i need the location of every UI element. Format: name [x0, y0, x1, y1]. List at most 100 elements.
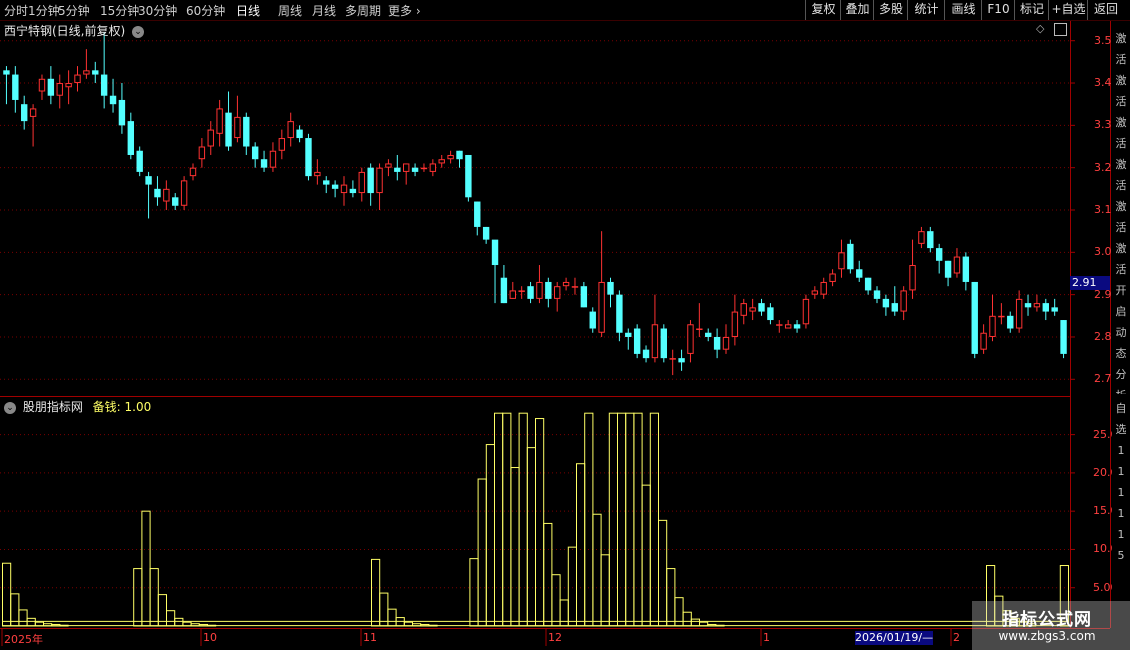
- candle-body: [225, 112, 232, 147]
- side-strip-char: 1: [1117, 528, 1125, 541]
- indicator-bar: [207, 624, 217, 627]
- candle-body: [1007, 315, 1014, 329]
- candle-body: [882, 298, 890, 308]
- side-strip-char: 激: [1115, 116, 1127, 129]
- candle-body: [198, 146, 206, 160]
- layout-toggle-icon[interactable]: [1054, 23, 1067, 36]
- candle-body: [669, 358, 676, 360]
- side-strip-char: 1: [1117, 444, 1125, 457]
- candle-body: [1060, 320, 1067, 354]
- candle-body: [651, 324, 659, 359]
- candle-body: [909, 265, 916, 291]
- candle-body: [678, 358, 685, 363]
- candle-body: [118, 99, 126, 126]
- indicator-bar: [133, 568, 143, 627]
- candle-body: [589, 311, 596, 329]
- candle-body: [829, 273, 836, 282]
- indicator-bar: [494, 412, 504, 627]
- indicator-bar: [469, 558, 479, 627]
- candle-body: [660, 328, 668, 359]
- watermark-title: 指标公式网: [1002, 610, 1092, 630]
- indicator-param: 备钱: 1.00: [92, 400, 152, 414]
- candle-body: [207, 129, 214, 147]
- candle-body: [971, 281, 978, 354]
- candle-body: [562, 281, 570, 287]
- indicator-bar: [141, 510, 151, 627]
- indicator-bar: [149, 568, 159, 627]
- candle-body: [1024, 303, 1032, 308]
- candle-body: [438, 159, 445, 164]
- side-strip-char: 活: [1115, 137, 1127, 150]
- side-strip-char: 1: [1117, 486, 1125, 499]
- candle-body: [47, 78, 55, 96]
- candle-body: [758, 303, 765, 312]
- candle-body: [625, 332, 632, 337]
- candle-body: [216, 108, 223, 134]
- candle-body: [998, 315, 1005, 318]
- candle-body: [180, 180, 188, 206]
- candle-body: [891, 303, 898, 312]
- candle-body: [953, 256, 961, 274]
- candle-body: [429, 163, 437, 172]
- candle-body: [367, 167, 374, 194]
- indicator-bar: [608, 412, 618, 627]
- side-strip-indicator[interactable]: 自选 1 1 1 1 1 5: [1112, 398, 1130, 628]
- candle-body: [358, 171, 365, 194]
- indicator-bar: [371, 558, 381, 627]
- candle-body: [154, 188, 161, 198]
- side-strip-char: 活: [1115, 179, 1127, 192]
- indicator-bar: [510, 467, 520, 627]
- candle-body: [962, 256, 970, 282]
- candle-body: [731, 311, 739, 337]
- candle-body: [1051, 307, 1058, 312]
- indicator-bar: [174, 617, 184, 627]
- indicator-bar: [477, 478, 487, 627]
- candle-body: [340, 184, 348, 194]
- indicator-bar: [576, 463, 586, 627]
- watermark-badge: 指标公式网 www.zbgs3.com: [972, 601, 1130, 650]
- candle-body: [687, 324, 694, 354]
- indicator-bar: [543, 522, 553, 627]
- side-strip-char: 启: [1115, 305, 1127, 318]
- side-strip-char: 5: [1117, 549, 1125, 562]
- candle-body: [83, 70, 90, 75]
- candle-body: [234, 116, 241, 139]
- candle-body: [251, 146, 259, 160]
- indicator-bar: [641, 484, 651, 627]
- candle-body: [705, 332, 712, 337]
- candle-body: [447, 154, 454, 160]
- candle-body: [616, 294, 623, 333]
- side-strip-main[interactable]: 激活激活激活激活激活激活开启动态分析信: [1112, 28, 1130, 394]
- indicator-bar: [600, 554, 610, 627]
- main-panel-title: 西宁特钢(日线,前复权) ⌄: [4, 22, 145, 39]
- indicator-bar: [485, 444, 495, 627]
- indicator-bar: [682, 611, 692, 627]
- indicator-bar: [633, 412, 643, 627]
- indicator-bar: [43, 623, 53, 627]
- candle-body: [163, 188, 170, 202]
- candle-body: [554, 286, 561, 299]
- side-strip-char: 活: [1115, 263, 1127, 276]
- side-strip-char: 1: [1117, 465, 1125, 478]
- side-strip-char: 活: [1115, 53, 1127, 66]
- indicator-bar: [666, 568, 676, 627]
- candle-body: [331, 184, 339, 189]
- diamond-icon[interactable]: ◇: [1036, 22, 1044, 35]
- chevron-down-icon[interactable]: ⌄: [132, 25, 145, 38]
- candle-body: [784, 324, 792, 329]
- candle-body: [314, 171, 321, 177]
- candle-body: [580, 286, 588, 308]
- candle-body: [376, 167, 383, 194]
- candle-body: [873, 290, 881, 299]
- side-strip-char: 开: [1115, 284, 1127, 297]
- indicator-bar: [658, 519, 668, 627]
- candle-body: [402, 163, 410, 172]
- chevron-down-icon[interactable]: ⌄: [4, 401, 16, 414]
- date-label: 2: [953, 631, 960, 644]
- candle-body: [1033, 303, 1041, 308]
- candle-body: [740, 303, 747, 316]
- candle-body: [856, 269, 863, 278]
- side-strip-char: 活: [1115, 95, 1127, 108]
- candle-body: [536, 281, 543, 299]
- indicator-bar: [690, 618, 700, 627]
